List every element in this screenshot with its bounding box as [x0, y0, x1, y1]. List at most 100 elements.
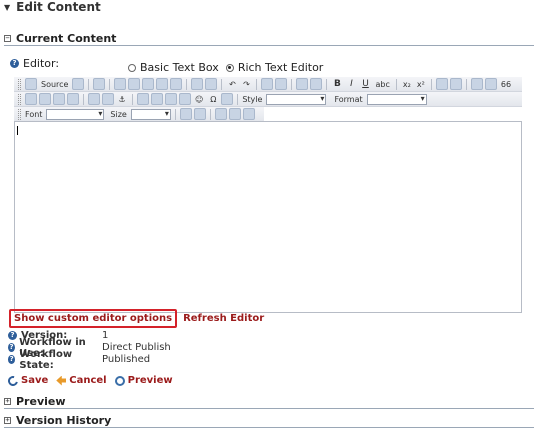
toolbar-separator — [132, 93, 133, 105]
flash-icon[interactable] — [151, 93, 163, 105]
bold-button[interactable]: B — [331, 78, 343, 90]
source-icon[interactable] — [25, 78, 37, 90]
workflow-state-label: Workflow State: — [19, 348, 73, 371]
replace-icon[interactable] — [275, 78, 288, 90]
strikethrough-button[interactable]: abc — [373, 78, 391, 90]
paste-icon[interactable] — [142, 78, 155, 90]
toolbar-grip[interactable] — [18, 108, 21, 120]
editor-field: ? Editor: — [10, 57, 59, 70]
toolbar-separator — [83, 93, 84, 105]
cut-icon[interactable] — [114, 78, 127, 90]
version-history-section[interactable]: + Version History — [4, 413, 534, 428]
numbered-list-icon[interactable] — [435, 78, 448, 90]
font-select[interactable] — [46, 108, 105, 120]
outdent-icon[interactable] — [470, 78, 483, 90]
link-icon[interactable] — [88, 93, 100, 105]
page-break-icon[interactable] — [221, 93, 234, 105]
cancel-button[interactable]: Cancel — [56, 375, 107, 386]
bulleted-list-icon[interactable] — [449, 78, 462, 90]
save-button[interactable]: Save — [6, 373, 49, 388]
content-meta: ? Version: 1 ? Workflow in Use: Direct Pub… — [8, 330, 171, 371]
show-blocks-icon[interactable] — [228, 108, 241, 120]
version-value: 1 — [102, 330, 109, 341]
table-icon[interactable] — [165, 93, 177, 105]
action-bar: Save Cancel Preview — [6, 373, 173, 388]
font-label: Font — [25, 109, 43, 119]
blockquote-button[interactable]: 66 — [499, 78, 513, 90]
current-content-section[interactable]: − Current Content — [4, 31, 534, 46]
save-label: Save — [21, 375, 49, 386]
indent-icon[interactable] — [484, 78, 497, 90]
format-select[interactable] — [366, 93, 427, 105]
toolbar-grip[interactable] — [18, 93, 21, 105]
preview-button[interactable]: Preview — [114, 375, 173, 386]
size-select[interactable] — [130, 108, 171, 120]
underline-button[interactable]: U — [359, 78, 371, 90]
page-title: Edit Content — [16, 0, 101, 14]
style-select[interactable] — [266, 93, 327, 105]
find-replace-icon[interactable] — [261, 78, 274, 90]
copy-icon[interactable] — [128, 78, 141, 90]
special-char-button[interactable]: Ω — [207, 93, 219, 105]
collapse-triangle-icon[interactable]: ▼ — [4, 3, 10, 12]
toolbar-separator — [186, 78, 188, 90]
document-icon[interactable] — [93, 78, 106, 90]
help-icon[interactable]: ? — [8, 355, 16, 364]
toolbar-separator — [221, 78, 223, 90]
toolbar-separator — [291, 78, 293, 90]
basic-text-box-label[interactable]: Basic Text Box — [140, 61, 219, 74]
basic-text-box-radio[interactable] — [128, 63, 136, 72]
subscript-button[interactable]: x₂ — [401, 78, 413, 90]
align-left-icon[interactable] — [25, 93, 37, 105]
horizontal-rule-icon[interactable] — [179, 93, 191, 105]
about-icon[interactable] — [242, 108, 255, 120]
paste-text-icon[interactable] — [156, 78, 169, 90]
maximize-icon[interactable] — [214, 108, 227, 120]
redo-icon[interactable]: ↷ — [240, 78, 252, 90]
cancel-icon — [56, 375, 67, 386]
show-custom-editor-options-link[interactable]: Show custom editor options — [9, 309, 178, 328]
expand-plus-icon[interactable]: + — [4, 416, 11, 424]
workflow-state-value: Published — [102, 354, 151, 365]
superscript-button[interactable]: x² — [415, 78, 427, 90]
find-icon[interactable] — [72, 78, 85, 90]
undo-icon[interactable]: ↶ — [226, 78, 238, 90]
editor-label: Editor: — [23, 57, 60, 70]
source-button[interactable]: Source — [39, 78, 70, 90]
preview-section[interactable]: + Preview — [4, 394, 534, 409]
text-caret — [17, 126, 18, 135]
select-all-icon[interactable] — [296, 78, 309, 90]
image-icon[interactable] — [137, 93, 149, 105]
smiley-icon[interactable]: ☺ — [193, 93, 205, 105]
toolbar-separator — [174, 108, 176, 120]
help-icon[interactable]: ? — [10, 59, 19, 68]
spellcheck-icon[interactable] — [205, 78, 218, 90]
justify-icon[interactable] — [67, 93, 79, 105]
toolbar-grip[interactable] — [18, 78, 21, 90]
expand-plus-icon[interactable]: + — [4, 397, 11, 405]
edit-content-header[interactable]: ▼ Edit Content — [4, 0, 101, 14]
toolbar-separator — [209, 108, 211, 120]
align-center-icon[interactable] — [39, 93, 51, 105]
save-icon — [6, 373, 20, 388]
remove-format-icon[interactable] — [310, 78, 323, 90]
size-label: Size — [110, 109, 127, 119]
version-history-label: Version History — [16, 413, 112, 427]
preview-icon — [114, 375, 125, 386]
editor-links: Show custom editor options Refresh Edito… — [9, 309, 264, 328]
refresh-editor-link[interactable]: Refresh Editor — [183, 313, 264, 324]
rich-text-editing-area[interactable] — [14, 121, 522, 313]
italic-button[interactable]: I — [345, 78, 357, 90]
collapse-minus-icon[interactable]: − — [4, 34, 11, 42]
unlink-icon[interactable] — [102, 93, 114, 105]
anchor-icon[interactable]: ⚓ — [116, 93, 128, 105]
align-right-icon[interactable] — [53, 93, 65, 105]
print-icon[interactable] — [191, 78, 204, 90]
rich-text-editor-radio[interactable] — [225, 63, 234, 72]
toolbar-separator — [465, 78, 467, 90]
paste-word-icon[interactable] — [170, 78, 183, 90]
text-color-icon[interactable] — [179, 108, 192, 120]
rich-text-editor-label[interactable]: Rich Text Editor — [238, 61, 324, 74]
background-color-icon[interactable] — [193, 108, 206, 120]
toolbar-separator — [88, 78, 90, 90]
